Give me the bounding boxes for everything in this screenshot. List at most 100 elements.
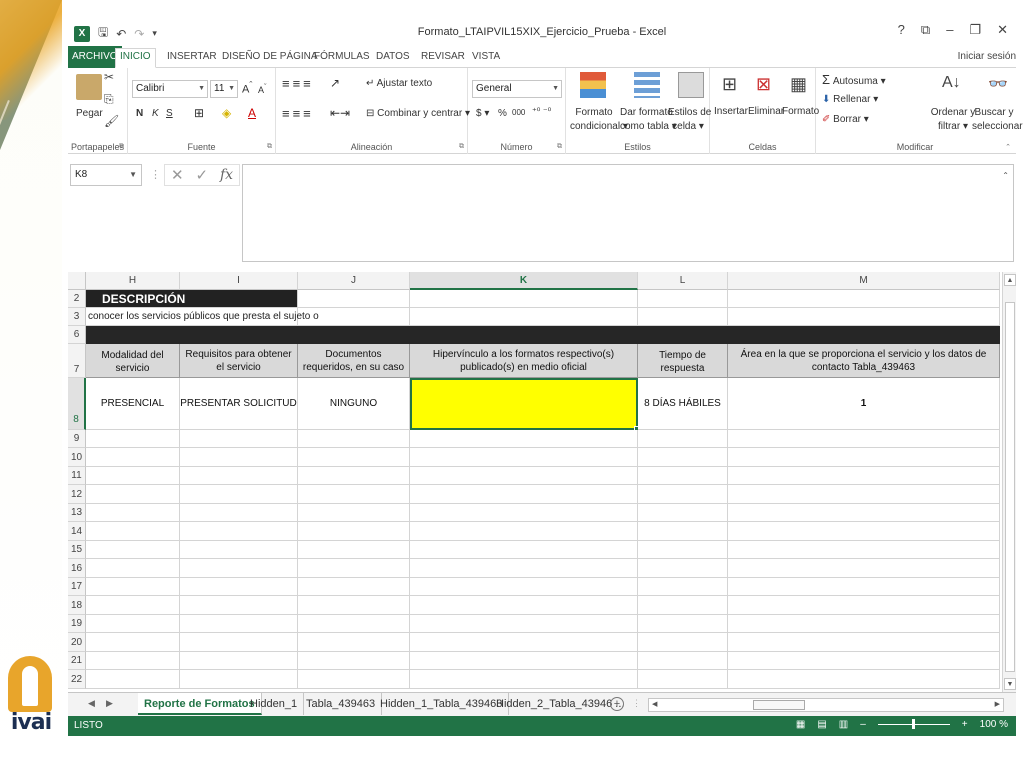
empty-cell[interactable] (410, 652, 638, 670)
empty-cell[interactable] (180, 467, 298, 485)
cell[interactable] (298, 290, 410, 308)
empty-cell[interactable] (86, 596, 180, 615)
empty-cell[interactable] (298, 467, 410, 485)
empty-cell[interactable] (638, 652, 728, 670)
empty-cell[interactable] (410, 670, 638, 689)
empty-cell[interactable] (298, 541, 410, 559)
clear-button[interactable]: ✐ Borrar ▾ (822, 114, 869, 125)
font-name-combo[interactable]: Calibri ▼ (132, 80, 208, 98)
sign-in-link[interactable]: Iniciar sesión (958, 51, 1016, 62)
header-tiempo-respuesta[interactable]: Tiempo de respuesta (638, 344, 728, 378)
empty-cell[interactable] (410, 430, 638, 448)
empty-cell[interactable] (180, 559, 298, 578)
empty-cell[interactable] (86, 633, 180, 652)
add-sheet-icon[interactable]: + (610, 697, 624, 711)
empty-cell[interactable] (728, 541, 1000, 559)
value-requisitos[interactable]: PRESENTAR SOLICITUD (180, 378, 298, 430)
name-box[interactable]: K8 ▼ (70, 164, 142, 186)
collapse-formula-bar-icon[interactable]: ⌃ (1002, 171, 1009, 180)
empty-cell[interactable] (298, 633, 410, 652)
value-modalidad[interactable]: PRESENCIAL (86, 378, 180, 430)
empty-cell[interactable] (638, 430, 728, 448)
scroll-right-icon[interactable]: ▶ (995, 699, 1000, 711)
conditional-format-button[interactable]: Formato condicional ▾ (570, 106, 628, 134)
empty-cell[interactable] (638, 448, 728, 467)
row-header-13[interactable]: 13 (68, 504, 86, 522)
empty-cell[interactable] (728, 615, 1000, 633)
empty-cell[interactable] (298, 615, 410, 633)
empty-cell[interactable] (298, 485, 410, 504)
empty-cell[interactable] (86, 485, 180, 504)
scroll-down-icon[interactable]: ▼ (1004, 678, 1016, 690)
horizontal-align-icons[interactable]: ≡≡≡ (282, 106, 314, 121)
column-header-m[interactable]: M (728, 272, 1000, 290)
header-modalidad[interactable]: Modalidad del servicio (86, 344, 180, 378)
empty-cell[interactable] (410, 467, 638, 485)
empty-cell[interactable] (638, 504, 728, 522)
format-button[interactable]: Formato (782, 106, 819, 117)
column-header-k[interactable]: K (410, 272, 638, 290)
row-header-7[interactable]: 7 (68, 344, 86, 378)
empty-cell[interactable] (298, 430, 410, 448)
empty-cell[interactable] (86, 652, 180, 670)
scroll-left-icon[interactable]: ◀ (652, 699, 657, 711)
cell[interactable] (410, 308, 638, 326)
cell-styles-icon[interactable] (678, 72, 704, 98)
zoom-level[interactable]: 100 % (980, 719, 1008, 730)
enter-icon[interactable]: ✓ (195, 166, 208, 184)
empty-cell[interactable] (638, 615, 728, 633)
format-as-table-button[interactable]: Dar formato como tabla ▾ (620, 106, 677, 134)
conditional-format-icon[interactable] (580, 72, 606, 98)
horizontal-scroll-thumb[interactable] (753, 700, 805, 710)
zoom-slider-knob[interactable] (911, 719, 915, 729)
empty-cell[interactable] (728, 578, 1000, 596)
tab-split-handle-icon[interactable]: ⋮ (632, 698, 641, 709)
horizontal-scrollbar[interactable]: ◀ ▶ (648, 698, 1004, 712)
percent-button[interactable]: % (498, 108, 507, 119)
tab-review[interactable]: REVISAR (417, 49, 469, 67)
ribbon-display-options-icon[interactable]: ⧉ (921, 22, 930, 38)
italic-button[interactable]: K (152, 108, 159, 119)
row-header-10[interactable]: 10 (68, 448, 86, 467)
value-hipervinculo-selected-cell[interactable] (410, 378, 638, 430)
description-label-cell[interactable]: DESCRIPCIÓN (86, 290, 298, 308)
minimize-button[interactable]: – (946, 22, 953, 38)
format-painter-icon[interactable]: 🖌 (104, 114, 119, 128)
empty-cell[interactable] (410, 596, 638, 615)
empty-cell[interactable] (180, 578, 298, 596)
wrap-text-button[interactable]: ↵ Ajustar texto (366, 78, 432, 89)
cell[interactable] (728, 290, 1000, 308)
empty-cell[interactable] (728, 596, 1000, 615)
zoom-in-icon[interactable]: + (962, 719, 968, 730)
empty-cell[interactable] (298, 559, 410, 578)
empty-cell[interactable] (86, 467, 180, 485)
decimal-icons[interactable]: ⁺⁰ ⁻⁰ (532, 106, 551, 117)
cancel-icon[interactable]: ✕ (171, 166, 184, 184)
empty-cell[interactable] (86, 615, 180, 633)
column-header-l[interactable]: L (638, 272, 728, 290)
empty-cell[interactable] (298, 448, 410, 467)
number-format-combo[interactable]: General ▼ (472, 80, 562, 98)
find-select-button[interactable]: Buscar yseleccionar ▾ (972, 106, 1023, 134)
underline-button[interactable]: S (166, 108, 173, 119)
empty-cell[interactable] (86, 522, 180, 541)
worksheet-grid[interactable]: H I J K L M 2 3 6 7 8 9 10 11 12 13 14 1… (68, 272, 1016, 692)
clipboard-launcher-icon[interactable]: ⧉ (119, 143, 124, 151)
empty-cell[interactable] (410, 578, 638, 596)
row-header-17[interactable]: 17 (68, 578, 86, 596)
tab-page-layout[interactable]: DISEÑO DE PÁGINA (218, 49, 322, 67)
cell[interactable] (638, 290, 728, 308)
empty-cell[interactable] (728, 652, 1000, 670)
previous-sheet-icon[interactable]: ◀ (88, 698, 95, 709)
autosum-button[interactable]: Σ Autosuma ▾ (822, 72, 886, 87)
row-header-14[interactable]: 14 (68, 522, 86, 541)
empty-cell[interactable] (180, 485, 298, 504)
header-hipervinculo[interactable]: Hipervínculo a los formatos respectivo(s… (410, 344, 638, 378)
cell[interactable] (410, 290, 638, 308)
tab-insert[interactable]: INSERTAR (163, 49, 221, 67)
delete-cells-icon[interactable]: ⊠ (756, 74, 771, 95)
column-header-h[interactable]: H (86, 272, 180, 290)
page-break-view-icon[interactable]: ▥ (839, 719, 848, 730)
cell[interactable] (298, 308, 410, 326)
insert-function-icon[interactable]: fx (220, 167, 233, 183)
